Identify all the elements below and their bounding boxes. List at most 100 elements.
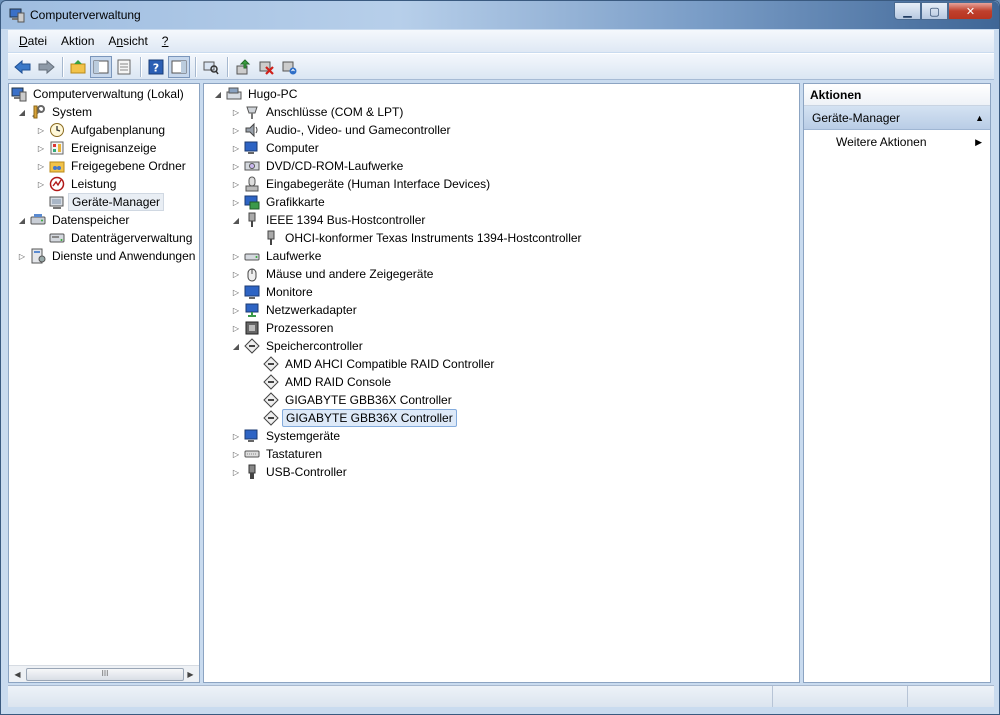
expand-arrow-icon[interactable]: ▷ [231, 139, 241, 157]
menu-ansicht[interactable]: Ansicht [101, 34, 154, 48]
device-category-hid[interactable]: ▷ Eingabegeräte (Human Interface Devices… [231, 175, 493, 193]
back-icon [14, 59, 31, 74]
device-category-maeuse[interactable]: ▷ Mäuse und andere Zeigegeräte [231, 265, 436, 283]
menu-help[interactable]: ? [155, 34, 176, 48]
services-icon [30, 248, 46, 264]
expand-arrow-icon[interactable]: ▷ [231, 103, 241, 121]
expand-arrow-icon[interactable]: ▷ [231, 121, 241, 139]
forward-button[interactable] [35, 56, 57, 78]
expand-arrow-icon[interactable]: ▷ [17, 247, 27, 265]
update-driver-icon [236, 58, 251, 74]
device-gigabyte-gbb36x-1[interactable]: GIGABYTE GBB36X Controller [263, 391, 455, 409]
tree-item-aufgabenplanung[interactable]: ▷ Aufgabenplanung [36, 121, 168, 139]
menu-aktion[interactable]: Aktion [54, 34, 101, 48]
device-category-computer[interactable]: ▷ Computer [231, 139, 322, 157]
disk-drive-icon [244, 248, 260, 264]
expand-arrow-icon[interactable]: ▷ [36, 175, 46, 193]
device-category-prozessoren[interactable]: ▷ Prozessoren [231, 319, 336, 337]
tree-item-system[interactable]: ◢ System [17, 103, 95, 121]
tree-item-geraete-manager[interactable]: Geräte-Manager [49, 193, 165, 211]
action-weitere-aktionen[interactable]: Weitere Aktionen ▶ [804, 130, 990, 154]
tree-item-datentraegerverwaltung[interactable]: Datenträgerverwaltung [49, 229, 195, 247]
disable-device-button[interactable] [255, 56, 277, 78]
expand-arrow-icon[interactable]: ▷ [36, 139, 46, 157]
collapse-arrow-icon[interactable]: ◢ [17, 103, 27, 121]
expand-arrow-icon[interactable]: ▷ [231, 319, 241, 337]
expand-arrow-icon[interactable]: ▷ [231, 193, 241, 211]
device-ohci-controller[interactable]: OHCI-konformer Texas Instruments 1394-Ho… [263, 229, 585, 247]
device-category-ieee1394[interactable]: ◢ IEEE 1394 Bus-Hostcontroller [231, 211, 428, 229]
device-category-speichercontroller[interactable]: ◢ Speichercontroller [231, 337, 366, 355]
expand-arrow-icon[interactable]: ▷ [231, 463, 241, 481]
scroll-right-arrow-icon[interactable]: ▶ [183, 667, 198, 682]
device-category-usb[interactable]: ▷ USB-Controller [231, 463, 350, 481]
collapse-arrow-icon[interactable]: ◢ [231, 211, 241, 229]
device-category-laufwerke[interactable]: ▷ Laufwerke [231, 247, 324, 265]
toolbar-separator [195, 56, 196, 77]
collapse-up-icon[interactable]: ▲ [975, 113, 984, 123]
collapse-arrow-icon[interactable]: ◢ [17, 211, 27, 229]
device-category-grafikkarte[interactable]: ▷ Grafikkarte [231, 193, 328, 211]
expand-arrow-icon[interactable]: ▷ [36, 157, 46, 175]
minimize-button[interactable]: ▁ [894, 2, 921, 20]
expand-arrow-icon[interactable]: ▷ [231, 175, 241, 193]
maximize-button[interactable]: ▢ [921, 2, 948, 20]
tree-item-dienste-und-anwendungen[interactable]: ▷ Dienste und Anwendungen [17, 247, 198, 265]
expand-arrow-icon[interactable]: ▷ [231, 301, 241, 319]
expand-arrow-icon[interactable]: ▷ [36, 121, 46, 139]
back-button[interactable] [12, 56, 34, 78]
computer-management-window: Computerverwaltung ▁ ▢ ✕ Datei Aktion An… [0, 0, 1000, 715]
actions-section-geraete-manager[interactable]: Geräte-Manager ▲ [804, 106, 990, 130]
device-amd-raid-console[interactable]: AMD RAID Console [263, 373, 394, 391]
expand-arrow-icon[interactable]: ▷ [231, 283, 241, 301]
close-button[interactable]: ✕ [948, 2, 993, 20]
up-folder-button[interactable] [67, 56, 89, 78]
expand-arrow-icon[interactable]: ▷ [231, 445, 241, 463]
title-bar[interactable]: Computerverwaltung ▁ ▢ ✕ [1, 1, 999, 29]
menu-datei[interactable]: Datei [12, 34, 54, 48]
expand-arrow-icon[interactable]: ▷ [231, 157, 241, 175]
collapse-arrow-icon[interactable]: ◢ [213, 85, 223, 103]
tree-root-row[interactable]: Computerverwaltung (Lokal) [11, 85, 187, 103]
window-title: Computerverwaltung [30, 8, 141, 22]
device-category-netzwerkadapter[interactable]: ▷ Netzwerkadapter [231, 301, 360, 319]
device-category-anschluesse[interactable]: ▷ Anschlüsse (COM & LPT) [231, 103, 406, 121]
tools-icon [30, 104, 46, 120]
tree-item-freigegebene-ordner[interactable]: ▷ Freigegebene Ordner [36, 157, 189, 175]
hid-icon [244, 176, 260, 192]
device-manager-icon [49, 194, 65, 210]
tree-item-datenspeicher[interactable]: ◢ Datenspeicher [17, 211, 132, 229]
device-category-dvd[interactable]: ▷ DVD/CD-ROM-Laufwerke [231, 157, 406, 175]
performance-icon [49, 176, 65, 192]
show-hide-action-pane-button[interactable] [168, 55, 190, 78]
expand-arrow-icon[interactable]: ▷ [231, 265, 241, 283]
console-tree-panel[interactable]: Computerverwaltung (Lokal) ◢ System ▷ Au… [8, 83, 200, 683]
device-tree-panel[interactable]: ◢ Hugo-PC ▷ Anschlüsse (COM & LPT) ▷ Aud… [203, 83, 800, 683]
device-category-tastaturen[interactable]: ▷ Tastaturen [231, 445, 325, 463]
storage-controller-icon [263, 356, 279, 372]
tree-item-ereignisanzeige[interactable]: ▷ Ereignisanzeige [36, 139, 159, 157]
uninstall-device-button[interactable] [278, 56, 300, 78]
help-button[interactable]: ? [145, 56, 167, 78]
storage-controller-icon [263, 392, 279, 408]
properties-button[interactable] [113, 56, 135, 78]
device-category-audio[interactable]: ▷ Audio-, Video- und Gamecontroller [231, 121, 454, 139]
scroll-left-arrow-icon[interactable]: ◀ [10, 667, 25, 682]
svg-text:?: ? [153, 61, 159, 74]
device-amd-ahci-raid[interactable]: AMD AHCI Compatible RAID Controller [263, 355, 497, 373]
collapse-arrow-icon[interactable]: ◢ [231, 337, 241, 355]
show-hide-tree-button[interactable] [90, 55, 112, 78]
device-tree-root[interactable]: ◢ Hugo-PC [213, 85, 300, 103]
device-gigabyte-gbb36x-2[interactable]: GIGABYTE GBB36X Controller [263, 409, 457, 427]
update-driver-button[interactable] [232, 56, 254, 78]
expand-arrow-icon[interactable]: ▷ [231, 247, 241, 265]
device-category-monitore[interactable]: ▷ Monitore [231, 283, 316, 301]
expand-arrow-icon[interactable]: ▷ [231, 427, 241, 445]
system-devices-icon [244, 428, 260, 444]
horizontal-scrollbar[interactable]: ◀ III ▶ [9, 665, 199, 682]
scrollbar-thumb[interactable]: III [26, 668, 184, 681]
scan-hardware-button[interactable] [200, 56, 222, 78]
clock-icon [49, 122, 65, 138]
tree-item-leistung[interactable]: ▷ Leistung [36, 175, 119, 193]
device-category-systemgeraete[interactable]: ▷ Systemgeräte [231, 427, 343, 445]
